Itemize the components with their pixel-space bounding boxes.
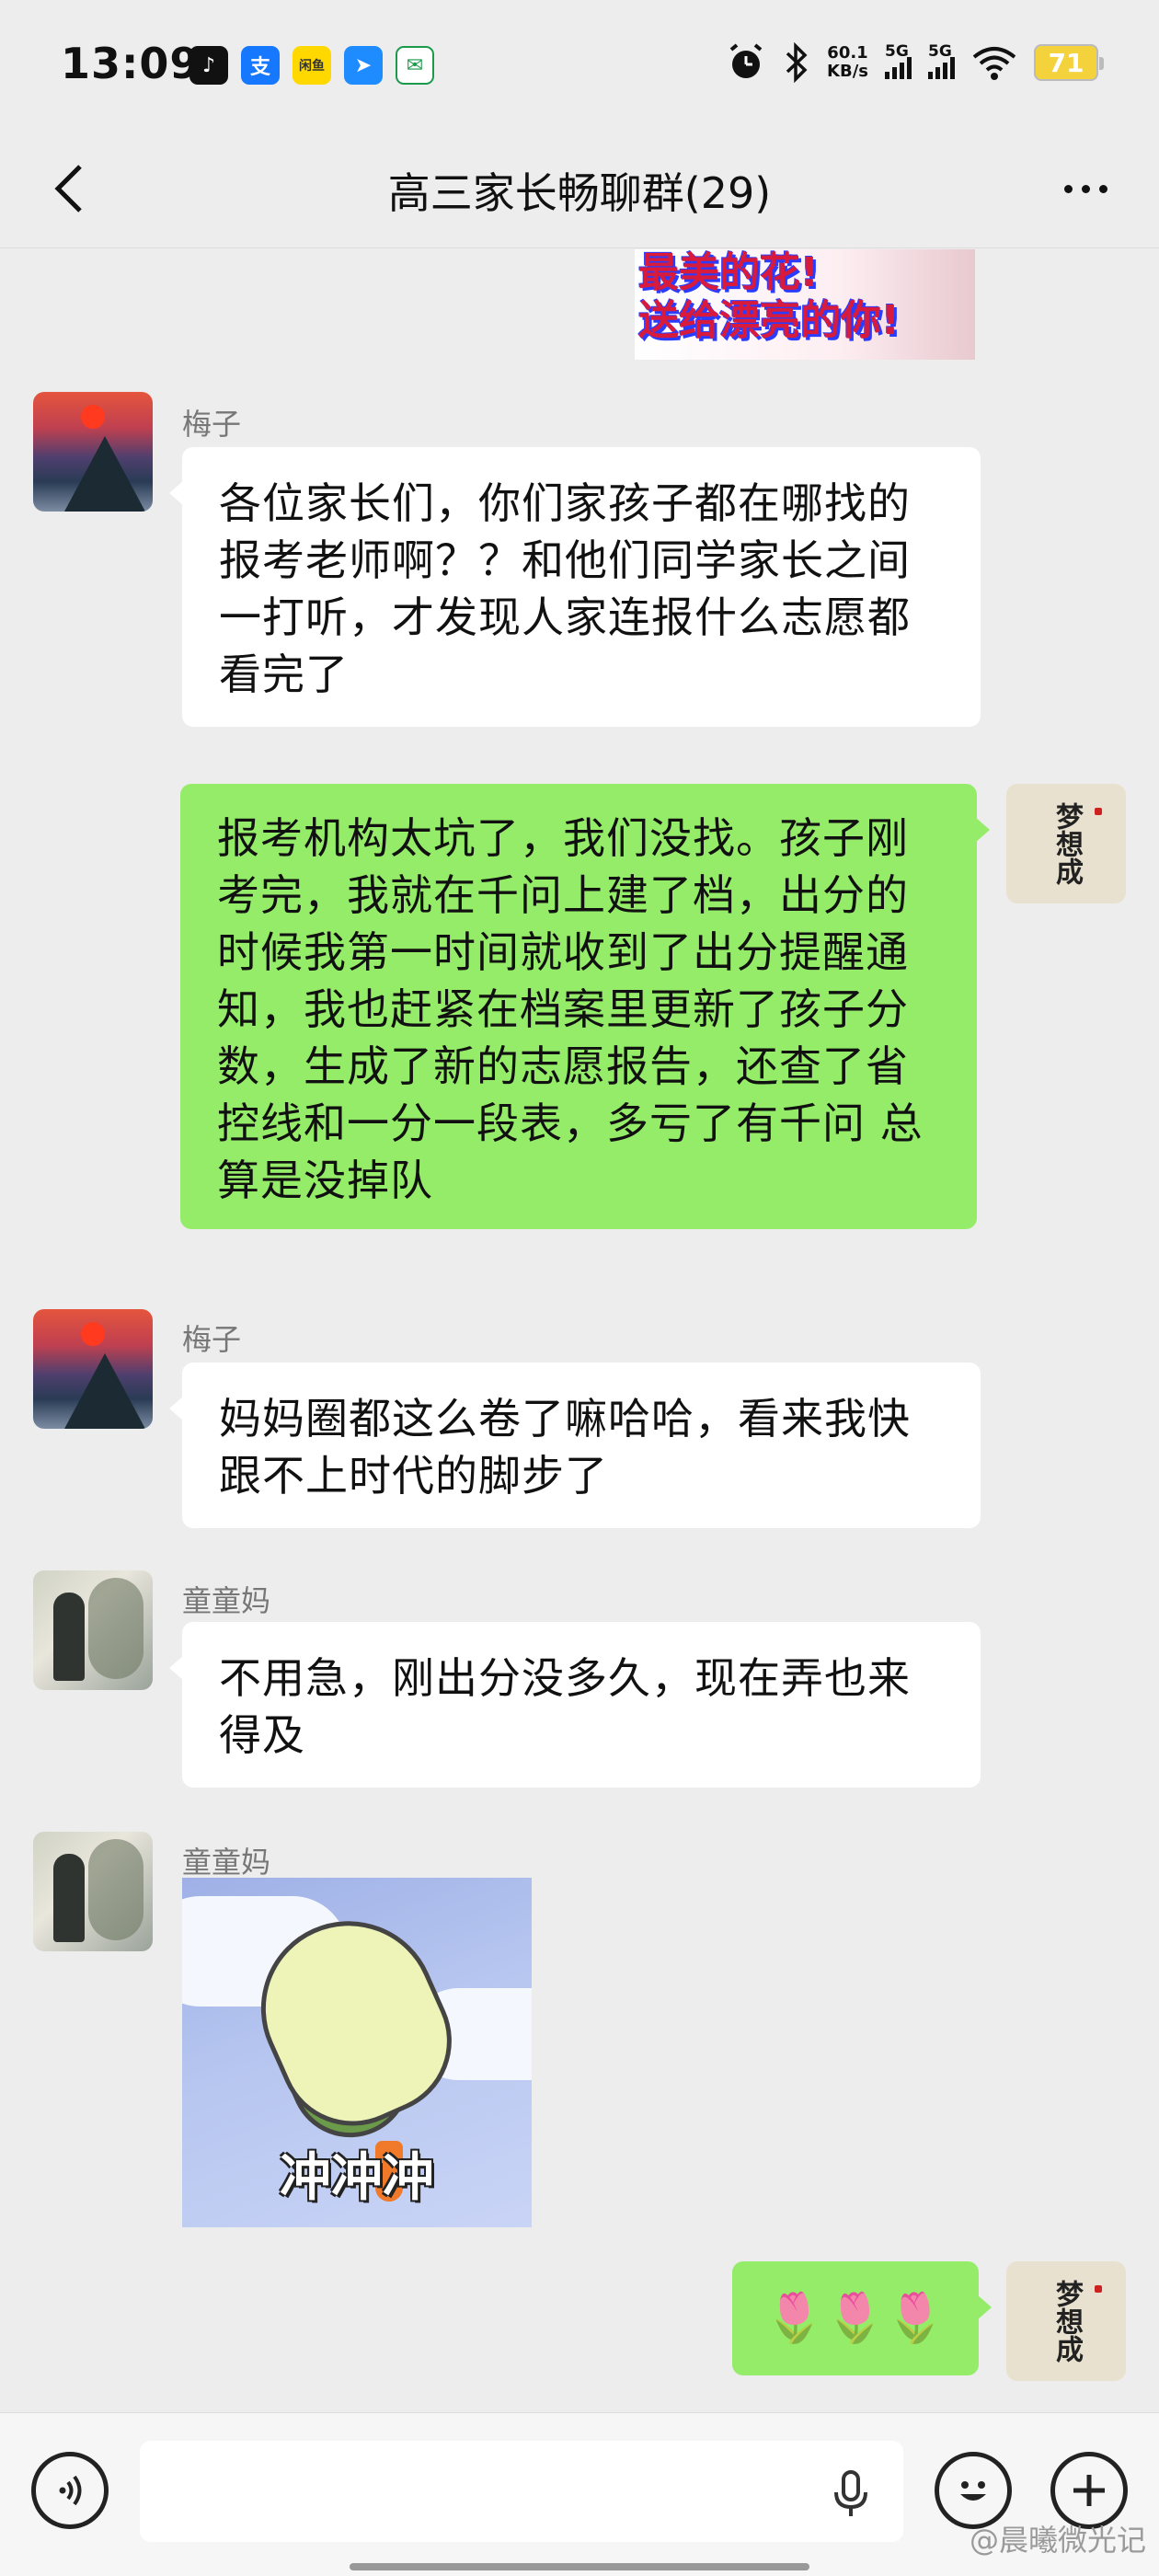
- microphone-icon[interactable]: [823, 2467, 878, 2522]
- more-dot-icon: [1098, 184, 1107, 193]
- message-bubble[interactable]: 各位家长们，你们家孩子都在哪找的报考老师啊？？和他们同学家长之间一打听，才发现人…: [169, 447, 981, 727]
- more-dot-icon: [1081, 184, 1090, 193]
- sticker-caption: 冲冲冲: [280, 2148, 434, 2208]
- message-bubble[interactable]: 🌷🌷🌷: [732, 2261, 992, 2375]
- bluetooth-icon: [786, 42, 808, 83]
- message-bubble[interactable]: 妈妈圈都这么卷了嘛哈哈，看来我快跟不上时代的脚步了: [169, 1363, 981, 1528]
- alarm-icon: [729, 43, 763, 78]
- tiktok-icon: ♪: [189, 46, 228, 85]
- avatar-meizi[interactable]: [33, 1309, 153, 1429]
- sender-name: 童童妈: [182, 1583, 271, 1618]
- avatar-me[interactable]: 梦想成: [1006, 2261, 1126, 2381]
- feishu-icon: ➤: [344, 46, 383, 85]
- image-message[interactable]: 最美的花! 送给漂亮的你!: [635, 249, 975, 360]
- voice-icon: [59, 2475, 82, 2506]
- message-bubble[interactable]: 报考机构太坑了，我们没找。孩子刚考完，我就在千问上建了档，出分的时候我第一时间就…: [180, 784, 990, 1229]
- message-list[interactable]: 最美的花! 送给漂亮的你! 梅子 各位家长们，你们家孩子都在哪找的报考老师啊？？…: [0, 249, 1159, 2411]
- signal-icon: 5G: [885, 42, 912, 79]
- sender-name: 梅子: [182, 407, 242, 442]
- post-icon: ✉: [396, 46, 434, 85]
- avatar-meizi[interactable]: [33, 392, 153, 512]
- system-icons: 60.1 KB/s 5G 5G 71: [726, 42, 1104, 83]
- smiley-icon: [960, 2481, 986, 2501]
- avatar-me[interactable]: 梦想成: [1006, 784, 1126, 903]
- xianyu-icon: 闲鱼: [293, 46, 331, 85]
- more-options-button[interactable]: [1049, 156, 1122, 221]
- chat-title: 高三家长畅聊群(29): [387, 168, 772, 218]
- plus-icon: [1073, 2475, 1105, 2506]
- sender-name: 童童妈: [182, 1845, 271, 1880]
- more-dot-icon: [1063, 184, 1073, 193]
- avatar-tongtongma[interactable]: [33, 1832, 153, 1951]
- avatar-tongtongma[interactable]: [33, 1570, 153, 1690]
- home-indicator[interactable]: [350, 2563, 809, 2570]
- status-time: 13:09: [61, 39, 201, 88]
- sender-name: 梅子: [182, 1322, 242, 1357]
- alipay-icon: 支: [241, 46, 280, 85]
- sticker-message[interactable]: 冲冲冲: [182, 1878, 532, 2227]
- signal-icon: 5G: [928, 42, 955, 79]
- battery-icon: 71: [1034, 44, 1104, 81]
- message-bubble[interactable]: 不用急，刚出分没多久，现在弄也来得及: [169, 1622, 981, 1788]
- notification-icons: ♪ 支 闲鱼 ➤ ✉: [189, 46, 434, 85]
- message-input[interactable]: [140, 2441, 903, 2542]
- watermark: @晨曦微光记: [969, 2523, 1146, 2558]
- status-bar: 13:09 ♪ 支 闲鱼 ➤ ✉ 60.1 KB/s 5G 5G 71: [0, 0, 1159, 129]
- voice-mode-button[interactable]: [31, 2452, 109, 2529]
- chat-header: 高三家长畅聊群(29): [0, 129, 1159, 248]
- network-speed: 60.1 KB/s: [827, 43, 868, 81]
- wifi-icon: [972, 47, 1016, 80]
